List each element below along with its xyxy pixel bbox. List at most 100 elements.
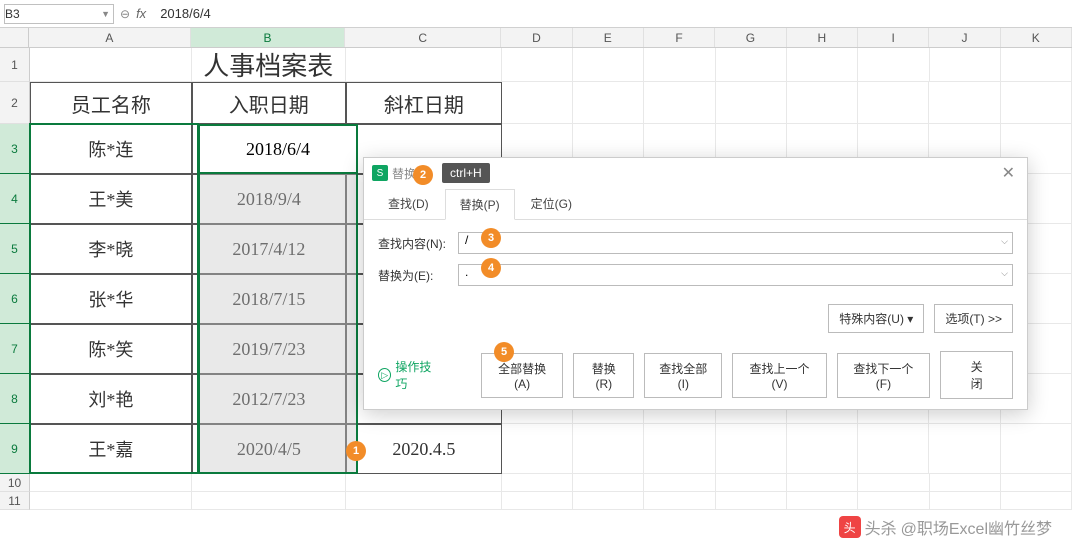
cell-B6[interactable]: 2018/7/15: [192, 274, 346, 324]
tab-find[interactable]: 查找(D): [374, 189, 443, 220]
name-box-dropdown-icon[interactable]: ▼: [101, 9, 113, 19]
column-headers: A B C D E F G H I J K: [0, 28, 1072, 48]
find-dropdown-icon[interactable]: ⌵: [1001, 236, 1008, 247]
replace-dropdown-icon[interactable]: ⌵: [1001, 268, 1008, 279]
play-icon: ▷: [378, 368, 391, 382]
row-header-10[interactable]: 10: [0, 474, 30, 492]
find-label: 查找内容(N):: [378, 235, 450, 252]
watermark-text: @职场Excel幽竹丝梦: [901, 515, 1052, 539]
special-content-button[interactable]: 特殊内容(U) ▾: [828, 304, 924, 333]
callout-5: 5: [494, 342, 514, 362]
wps-logo-icon: S: [372, 165, 388, 181]
cell-B9[interactable]: 2020/4/5: [192, 424, 346, 474]
replace-button[interactable]: 替换(R): [573, 353, 634, 398]
find-row: 查找内容(N): / ⌵: [378, 232, 1013, 254]
find-value: /: [465, 233, 468, 247]
close-button[interactable]: 关闭: [940, 351, 1013, 399]
watermark-icon: 头: [839, 516, 861, 538]
zoom-icon[interactable]: ⊖: [120, 7, 130, 21]
row-header-2[interactable]: 2: [0, 82, 30, 124]
watermark-prefix: 头杀: [865, 515, 897, 539]
watermark: 头 头杀 @职场Excel幽竹丝梦: [839, 515, 1052, 539]
replace-all-button[interactable]: 全部替换(A): [481, 353, 564, 398]
cell-A6[interactable]: 张*华: [30, 274, 192, 324]
row-header-9[interactable]: 9: [0, 424, 30, 474]
find-replace-dialog: S 替换 ctrl+H ✕ 查找(D) 替换(P) 定位(G) 查找内容(N):…: [363, 157, 1028, 410]
row-10: [30, 474, 1072, 492]
fx-icon[interactable]: fx: [136, 6, 146, 21]
header-slash-date[interactable]: 斜杠日期: [346, 82, 502, 124]
callout-4: 4: [481, 258, 501, 278]
col-header-C[interactable]: C: [345, 28, 501, 47]
select-all-corner[interactable]: [0, 28, 29, 47]
row-9: 王*嘉 2020/4/5 2020.4.5: [30, 424, 1072, 474]
tab-goto[interactable]: 定位(G): [517, 189, 586, 220]
replace-label: 替换为(E):: [378, 267, 450, 284]
close-icon[interactable]: ✕: [998, 163, 1019, 183]
row-header-5[interactable]: 5: [0, 224, 30, 274]
cell-A1[interactable]: [30, 48, 192, 82]
dialog-tabs: 查找(D) 替换(P) 定位(G): [364, 188, 1027, 220]
shortcut-badge: ctrl+H: [442, 163, 490, 183]
dialog-titlebar[interactable]: S 替换 ctrl+H ✕: [364, 158, 1027, 188]
cell-A4[interactable]: 王*美: [30, 174, 192, 224]
row-header-1[interactable]: 1: [0, 48, 30, 82]
header-hire-date[interactable]: 入职日期: [192, 82, 346, 124]
cell-B5[interactable]: 2017/4/12: [192, 224, 346, 274]
row-header-8[interactable]: 8: [0, 374, 30, 424]
dialog-body: 查找内容(N): / ⌵ 替换为(E): . ⌵ 特殊内容(U) ▾ 选项(T)…: [364, 220, 1027, 409]
row-1: 人事档案表: [30, 48, 1072, 82]
row-2: 员工名称 入职日期 斜杠日期: [30, 82, 1072, 124]
cell-C1[interactable]: [346, 48, 502, 82]
cell-B4[interactable]: 2018/9/4: [192, 174, 346, 224]
options-row: 特殊内容(U) ▾ 选项(T) >>: [378, 304, 1013, 333]
col-header-K[interactable]: K: [1001, 28, 1072, 47]
col-header-J[interactable]: J: [929, 28, 1000, 47]
cell-A3[interactable]: 陈*连: [30, 124, 192, 174]
col-header-E[interactable]: E: [573, 28, 644, 47]
row-headers: 1 2 3 4 5 6 7 8 9 10 11: [0, 48, 30, 510]
replace-input[interactable]: . ⌵: [458, 264, 1013, 286]
formula-bar: B3 ▼ ⊖ fx 2018/6/4: [0, 0, 1072, 28]
find-input[interactable]: / ⌵: [458, 232, 1013, 254]
find-prev-button[interactable]: 查找上一个(V): [732, 353, 826, 398]
row-header-11[interactable]: 11: [0, 492, 30, 510]
formula-input[interactable]: 2018/6/4: [152, 6, 1068, 21]
find-all-button[interactable]: 查找全部(I): [644, 353, 722, 398]
spreadsheet: A B C D E F G H I J K 1 2 3 4 5 6 7 8 9 …: [0, 28, 1072, 48]
row-header-7[interactable]: 7: [0, 324, 30, 374]
row-header-6[interactable]: 6: [0, 274, 30, 324]
replace-row: 替换为(E): . ⌵: [378, 264, 1013, 286]
col-header-D[interactable]: D: [501, 28, 572, 47]
cell-A9[interactable]: 王*嘉: [30, 424, 192, 474]
col-header-B[interactable]: B: [191, 28, 345, 47]
cell-reference: B3: [5, 7, 20, 21]
cell-A5[interactable]: 李*晓: [30, 224, 192, 274]
callout-3: 3: [481, 228, 501, 248]
find-next-button[interactable]: 查找下一个(F): [837, 353, 931, 398]
replace-value: .: [465, 265, 468, 279]
cell-C9[interactable]: 2020.4.5: [346, 424, 502, 474]
tips-label: 操作技巧: [395, 358, 440, 392]
callout-1: 1: [346, 441, 366, 461]
cell-A7[interactable]: 陈*笑: [30, 324, 192, 374]
active-cell-B3[interactable]: 2018/6/4: [198, 124, 358, 174]
cell-B8[interactable]: 2012/7/23: [192, 374, 346, 424]
callout-2: 2: [413, 165, 433, 185]
col-header-H[interactable]: H: [787, 28, 858, 47]
col-header-I[interactable]: I: [858, 28, 929, 47]
cell-B1-title[interactable]: 人事档案表: [192, 48, 346, 82]
col-header-A[interactable]: A: [29, 28, 191, 47]
cell-A8[interactable]: 刘*艳: [30, 374, 192, 424]
tab-replace[interactable]: 替换(P): [445, 189, 515, 220]
tips-link[interactable]: ▷ 操作技巧: [378, 358, 441, 392]
name-box[interactable]: B3 ▼: [4, 4, 114, 24]
row-header-3[interactable]: 3: [0, 124, 30, 174]
header-name[interactable]: 员工名称: [30, 82, 192, 124]
row-header-4[interactable]: 4: [0, 174, 30, 224]
col-header-F[interactable]: F: [644, 28, 715, 47]
options-button[interactable]: 选项(T) >>: [934, 304, 1013, 333]
action-row: ▷ 操作技巧 全部替换(A) 替换(R) 查找全部(I) 查找上一个(V) 查找…: [378, 345, 1013, 399]
col-header-G[interactable]: G: [715, 28, 786, 47]
cell-B7[interactable]: 2019/7/23: [192, 324, 346, 374]
